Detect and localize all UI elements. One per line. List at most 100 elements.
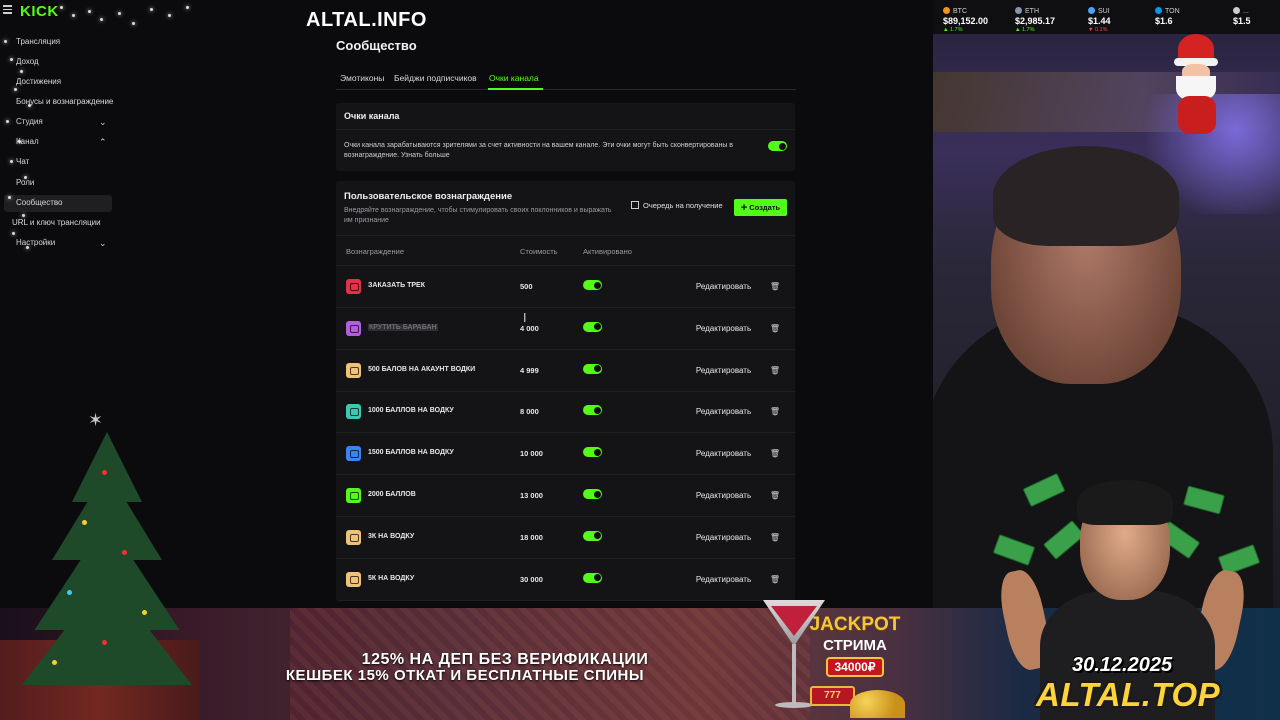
ticker-symbol: BTC [953,8,967,15]
reward-icon [346,279,361,294]
sidebar-item-label: Достижения [16,77,62,86]
trash-icon[interactable]: 🗑 [768,404,782,420]
ticker-change: ▼ 0.1% [1088,27,1108,33]
page-title: Сообщество [336,38,417,53]
ticker-symbol: SUI [1098,8,1110,15]
reward-cost: 10 000 [520,449,543,459]
reward-icon [346,529,361,545]
jackpot-title: JACKPOT [809,614,901,635]
chevron-up-icon: ⌃ [99,137,107,147]
external-link-icon [631,201,639,209]
reward-name: 2000 БАЛЛОВ [368,491,416,498]
rewards-title: Пользовательское вознаграждение [344,191,513,202]
christmas-tree: ✶ [22,410,192,720]
reward-active-toggle[interactable] [583,405,602,416]
col-cost: Стоимость [520,247,558,256]
sidebar-item-income[interactable]: Доход [6,54,39,70]
reward-icon [346,488,361,503]
tab-channel-points[interactable]: Очки канала [489,73,539,83]
tab-subscriber-badges[interactable]: Бейджи подписчиков [394,73,477,83]
sidebar-item-label: Трансляция [16,37,61,46]
sidebar-item-label: Чат [16,157,30,166]
reward-active-toggle[interactable] [583,321,602,332]
sidebar-item-community[interactable]: Сообщество [6,195,62,211]
sidebar-item-chat[interactable]: Чат [6,154,29,170]
reward-name: 1000 БАЛЛОВ НА ВОДКУ [368,407,454,415]
reward-active-toggle[interactable] [583,572,602,583]
site-watermark: ALTAL.INFO [306,9,427,31]
sidebar-item-rewards[interactable]: Бонусы и вознаграждение [6,94,113,110]
coin-icon [1015,7,1022,14]
screen: KICK Трансляция Доход Достижения Бонусы … [0,0,1280,720]
col-active: Активировано [583,247,632,256]
edit-reward-button[interactable]: Редактировать [688,572,759,588]
reward-row: КРУТИТЬ БАРАБАН 4 000 Редактировать 🗑 [336,308,795,350]
sidebar-item-stream-url[interactable]: URL и ключ трансляции [6,215,101,231]
reward-name: 3К НА ВОДКУ [368,532,415,540]
plus-icon: + [740,202,748,214]
tab-emotes[interactable]: Эмотиконы [340,73,384,83]
chevron-down-icon: ⌄ [99,117,107,127]
trash-icon[interactable]: 🗑 [768,446,782,462]
reward-active-toggle[interactable] [583,363,602,374]
edit-reward-button[interactable]: Редактировать [688,404,759,420]
reward-icon [346,320,361,336]
edit-reward-button[interactable]: Редактировать [688,279,759,295]
channel-points-toggle[interactable] [768,141,787,151]
ticker-change: ▲ 1.7% [943,27,963,33]
trash-icon[interactable]: 🗑 [768,488,782,504]
sidebar-item-label: Студия [16,117,43,126]
trash-icon[interactable]: 🗑 [768,279,782,295]
sidebar-item-label: Канал [16,137,39,146]
edit-reward-button[interactable]: Редактировать [688,488,759,504]
reward-cost: 4 999 [520,365,539,375]
reward-name: 1500 БАЛЛОВ НА ВОДКУ [368,449,454,457]
menu-icon[interactable] [3,5,12,14]
text-cursor-icon: I [523,311,527,325]
reward-row: ЗАКАЗАТЬ ТРЕК 500 Редактировать 🗑 [336,266,795,308]
edit-reward-button[interactable]: Редактировать [688,530,759,546]
ticker-item: ... $1.5 [1233,6,1251,27]
reward-row: 3К НА ВОДКУ 18 000 Редактировать 🗑 [336,517,795,559]
trash-icon[interactable]: 🗑 [768,572,782,588]
reward-active-toggle[interactable] [583,280,602,290]
active-tab-indicator [488,88,543,90]
edit-reward-button[interactable]: Редактировать [688,446,759,462]
sidebar-item-channel[interactable]: Канал ⌃ [6,134,107,150]
sidebar-item-roles[interactable]: Роли [6,175,34,191]
sidebar-item-studio[interactable]: Студия ⌄ [6,114,107,130]
coin-icon [943,7,950,14]
reward-icon [346,362,361,378]
edit-reward-button[interactable]: Редактировать [688,321,759,337]
reward-row: 500 БАЛОВ НА АКАУНТ ВОДКИ 4 999 Редактиров… [336,350,795,392]
trash-icon[interactable]: 🗑 [768,363,782,379]
create-reward-button[interactable]: + Создать [734,199,787,216]
banner-line-2: КЕШБЕК 15% ОТКАТ И БЕСПЛАТНЫЕ СПИНЫ [285,667,645,684]
reward-name: 500 БАЛОВ НА АКАУНТ ВОДКИ [368,365,476,373]
reward-name: 5К НА ВОДКУ [368,574,415,582]
reward-active-toggle[interactable] [583,530,602,541]
slot-machine: 777 [810,686,855,706]
sidebar-item-stream[interactable]: Трансляция [6,34,60,50]
ticker-change: ▲ 1.7% [1015,27,1035,33]
reward-row: 1000 БАЛЛОВ НА ВОДКУ 8 000 Редактировать 🗑 [336,391,795,434]
reward-active-toggle[interactable] [583,489,602,499]
edit-reward-button[interactable]: Редактировать [688,363,759,379]
redemption-queue-link[interactable]: Очередь на получение [631,201,723,210]
reward-active-toggle[interactable] [583,447,602,458]
reward-name: ЗАКАЗАТЬ ТРЕК [368,282,425,289]
reward-cost: 4 000 [520,323,539,333]
sidebar-item-settings[interactable]: Настройки ⌄ [6,235,107,251]
reward-cost: 500 [520,282,533,291]
trash-icon[interactable]: 🗑 [768,321,782,337]
reward-cost: 13 000 [520,491,543,500]
create-label: Создать [749,203,781,212]
custom-rewards-card: Пользовательское вознаграждение Внедряйт… [336,181,795,601]
sidebar-item-achievements[interactable]: Достижения [6,74,61,90]
ticker-price: $1.44 [1088,16,1111,26]
ticker-item: ETH $2,985.17 ▲ 1.7% [1015,6,1055,33]
star-icon: ✶ [88,410,104,430]
chevron-down-icon: ⌄ [99,238,107,248]
kick-logo[interactable]: KICK [20,3,59,20]
trash-icon[interactable]: 🗑 [768,530,782,546]
